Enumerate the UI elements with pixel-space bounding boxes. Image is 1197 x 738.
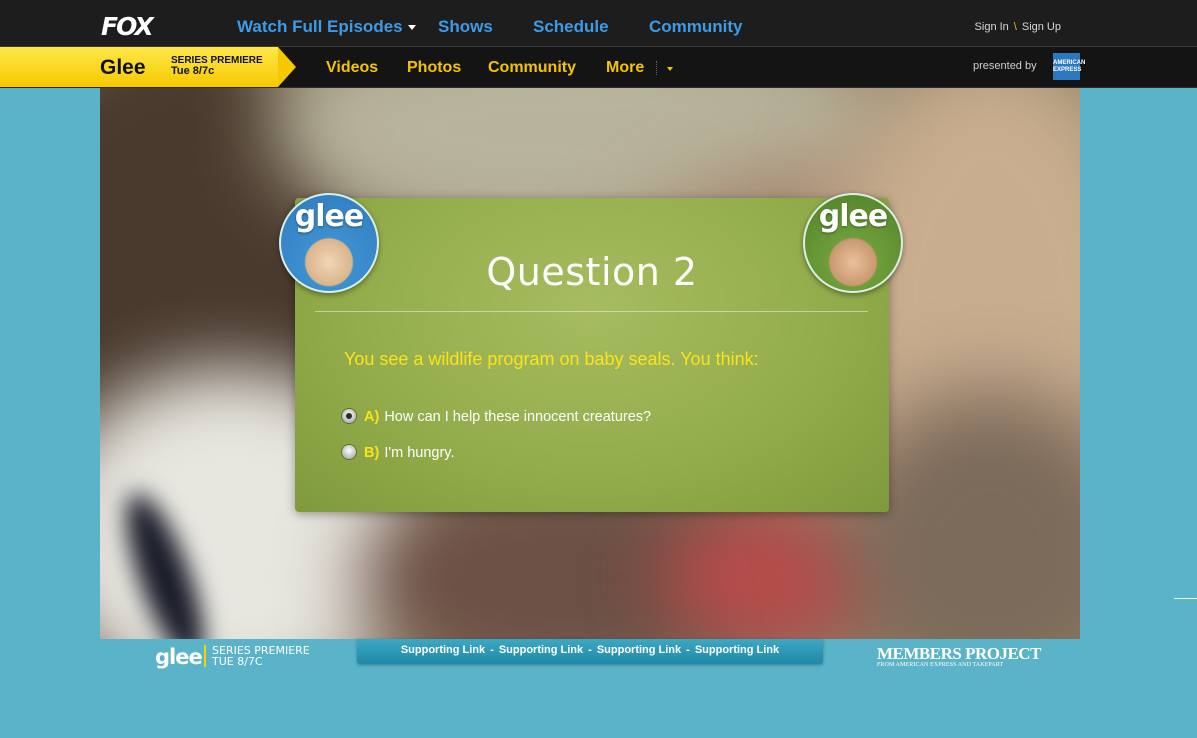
supporting-links-bar: Supporting Link - Supporting Link - Supporti… — [357, 639, 823, 664]
answer-letter: A) — [364, 409, 380, 425]
glee-logo-badge: glee — [294, 199, 364, 234]
supporting-link-2[interactable]: Supporting Link — [499, 644, 583, 656]
fox-logo[interactable]: FOX — [101, 12, 154, 41]
sponsor-logo-text: AMERICAN EXPRESS — [1053, 60, 1086, 73]
edge-divider — [1174, 598, 1197, 599]
supporting-links: Supporting Link - Supporting Link - Supporti… — [400, 644, 780, 656]
series-premiere-info: SERIES PREMIERE Tue 8/7c — [171, 56, 263, 77]
supporting-link-4[interactable]: Supporting Link — [695, 644, 779, 656]
avatar-character-left: glee — [279, 193, 379, 293]
show-title[interactable]: Glee — [100, 56, 146, 80]
chevron-down-icon[interactable] — [667, 67, 673, 71]
auth-links: Sign In \ Sign Up — [975, 21, 1061, 33]
answer-option-a[interactable]: A) How can I help these innocent creature… — [342, 409, 651, 425]
footer-logo-divider — [204, 645, 206, 667]
nav-videos[interactable]: Videos — [326, 59, 378, 77]
members-project-logo[interactable]: MEMBERS PROJECT FROM AMERICAN EXPRESS AN… — [877, 644, 1041, 669]
radio-selected-icon[interactable] — [342, 409, 356, 424]
show-nav: Glee SERIES PREMIERE Tue 8/7c Videos Pho… — [0, 47, 1197, 88]
radio-unselected-icon[interactable] — [342, 445, 356, 460]
sign-up-link[interactable]: Sign Up — [1022, 21, 1061, 33]
answer-text: I'm hungry. — [384, 445, 455, 461]
quiz-title: Question 2 — [486, 250, 698, 294]
glee-logo-badge: glee — [818, 199, 888, 234]
nav-watch-full-episodes[interactable]: Watch Full Episodes — [237, 17, 416, 37]
answer-letter: B) — [364, 445, 380, 461]
sign-in-link[interactable]: Sign In — [975, 21, 1009, 33]
american-express-logo[interactable]: AMERICAN EXPRESS — [1053, 53, 1085, 80]
chevron-down-icon — [407, 25, 416, 31]
answer-text: How can I help these innocent creatures? — [384, 409, 652, 425]
avatar-character-right: glee — [803, 193, 903, 293]
nav-shows[interactable]: Shows — [438, 17, 493, 37]
nav-show-community[interactable]: Community — [488, 59, 576, 77]
nav-photos[interactable]: Photos — [407, 59, 461, 77]
nav-more[interactable]: More — [606, 59, 644, 77]
quiz-divider — [315, 311, 868, 312]
premiere-date: Tue 8/7c — [171, 65, 215, 77]
supporting-link-3[interactable]: Supporting Link — [597, 644, 681, 656]
footer-glee-logo[interactable]: glee — [155, 645, 203, 669]
quiz-question: You see a wildlife program on baby seals… — [344, 349, 759, 369]
footer-premiere-info: SERIES PREMIERE TUE 8/7C — [212, 645, 310, 667]
show-tab-arrow — [278, 47, 296, 87]
members-project-subtitle: FROM AMERICAN EXPRESS AND TAKEPART — [877, 662, 1004, 668]
footer-premiere-date: TUE 8/7C — [212, 655, 263, 668]
supporting-link-1[interactable]: Supporting Link — [401, 644, 485, 656]
nav-community[interactable]: Community — [649, 17, 743, 37]
answer-option-b[interactable]: B) I'm hungry. — [342, 445, 455, 461]
auth-separator: \ — [1013, 21, 1017, 33]
more-separator — [656, 61, 658, 75]
presented-by-label: presented by — [973, 60, 1037, 72]
members-project-title: MEMBERS PROJECT — [877, 644, 1041, 663]
nav-watch-full-episodes-label: Watch Full Episodes — [237, 17, 403, 36]
fox-top-nav: FOX Watch Full Episodes Shows Schedule C… — [0, 0, 1197, 47]
quiz-panel: Question 2 You see a wildlife program on… — [295, 198, 889, 512]
nav-schedule[interactable]: Schedule — [533, 17, 609, 37]
